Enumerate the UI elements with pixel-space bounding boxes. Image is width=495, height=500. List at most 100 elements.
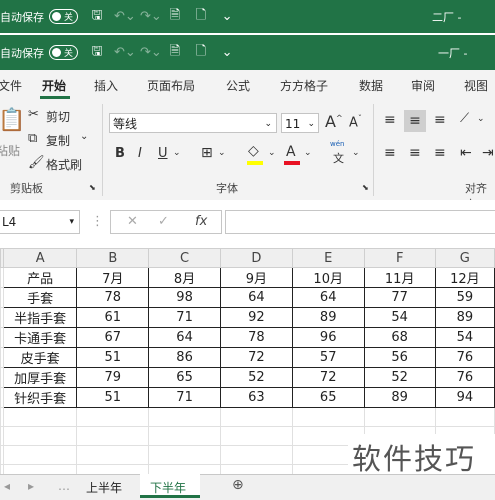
- column-header[interactable]: E: [291, 248, 365, 268]
- align-top-icon[interactable]: ≡: [384, 112, 396, 128]
- cell[interactable]: 98: [148, 287, 221, 308]
- formula-input[interactable]: [225, 210, 495, 234]
- orientation-icon[interactable]: ⟋: [460, 111, 469, 126]
- tab-ffcell[interactable]: 方方格子: [280, 77, 328, 94]
- tab-home[interactable]: 开始: [42, 77, 66, 94]
- cell[interactable]: 92: [219, 307, 293, 328]
- column-header[interactable]: C: [148, 248, 221, 268]
- cell[interactable]: 11月: [363, 267, 436, 288]
- cell[interactable]: [219, 426, 293, 446]
- tab-file[interactable]: 文件: [0, 77, 22, 94]
- cell[interactable]: 9月: [219, 267, 293, 288]
- scroll-right-icon[interactable]: ▸: [28, 479, 34, 493]
- grow-font-button[interactable]: A^: [325, 112, 343, 131]
- cell[interactable]: 56: [363, 347, 436, 368]
- cell[interactable]: [76, 445, 150, 465]
- cell[interactable]: 76: [434, 367, 495, 388]
- cell[interactable]: 加厚手套: [2, 367, 78, 388]
- cell[interactable]: 67: [76, 327, 150, 348]
- cut-button[interactable]: 剪切: [46, 108, 70, 125]
- fill-color-icon[interactable]: ◇: [248, 143, 259, 159]
- scroll-left-icon[interactable]: ◂: [4, 479, 10, 493]
- cell[interactable]: 59: [434, 287, 495, 308]
- align-right-icon[interactable]: ≡: [434, 145, 446, 161]
- cell[interactable]: [76, 407, 150, 427]
- column-header[interactable]: D: [219, 248, 293, 268]
- undo-icon[interactable]: ↶⌄: [114, 9, 136, 24]
- border-icon[interactable]: ⊞: [201, 145, 213, 161]
- align-left-icon[interactable]: ≡: [384, 145, 396, 161]
- cell[interactable]: 51: [76, 347, 150, 368]
- align-center-icon[interactable]: ≡: [409, 145, 421, 161]
- cell[interactable]: 57: [291, 347, 365, 368]
- indent-decrease-icon[interactable]: ⇤: [460, 145, 472, 161]
- cell[interactable]: 手套: [2, 287, 78, 308]
- tab-insert[interactable]: 插入: [94, 77, 118, 94]
- cell[interactable]: 半指手套: [2, 307, 78, 328]
- new-file-icon[interactable]: 🗋: [192, 42, 210, 64]
- cell[interactable]: 78: [76, 287, 150, 308]
- tab-review[interactable]: 审阅: [411, 77, 435, 94]
- cell[interactable]: 71: [148, 307, 221, 328]
- cell[interactable]: [148, 426, 221, 446]
- enter-icon[interactable]: ✓: [158, 214, 169, 229]
- cell[interactable]: [2, 445, 78, 465]
- cell[interactable]: 65: [148, 367, 221, 388]
- format-painter-button[interactable]: 格式刷: [46, 156, 82, 173]
- cell[interactable]: [434, 407, 495, 427]
- cell[interactable]: [148, 407, 221, 427]
- cell[interactable]: 针织手套: [2, 387, 78, 408]
- cell[interactable]: 78: [219, 327, 293, 348]
- indent-increase-icon[interactable]: ⇥: [482, 145, 494, 161]
- cell[interactable]: [291, 407, 365, 427]
- column-header[interactable]: G: [434, 248, 495, 268]
- cell[interactable]: 8月: [148, 267, 221, 288]
- copy-icon[interactable]: ⧉: [28, 131, 37, 146]
- file-lock-icon[interactable]: 🗎: [166, 42, 184, 64]
- cell[interactable]: 54: [434, 327, 495, 348]
- align-middle-icon[interactable]: ≡: [404, 110, 426, 132]
- cell[interactable]: 61: [76, 307, 150, 328]
- qat-more-icon[interactable]: ⌄: [218, 9, 236, 24]
- copy-dropdown-icon[interactable]: ⌄: [80, 131, 88, 142]
- cell[interactable]: 89: [363, 387, 436, 408]
- cell[interactable]: 68: [363, 327, 436, 348]
- cell[interactable]: 96: [291, 327, 365, 348]
- save-icon[interactable]: 🖫: [88, 6, 106, 28]
- italic-button[interactable]: I: [138, 146, 142, 161]
- cell[interactable]: [148, 445, 221, 465]
- cell[interactable]: [219, 407, 293, 427]
- tab-data[interactable]: 数据: [359, 77, 383, 94]
- cell[interactable]: 71: [148, 387, 221, 408]
- font-name-select[interactable]: 等线 ⌄: [109, 113, 277, 133]
- border-dropdown-icon[interactable]: ⌄: [218, 148, 226, 158]
- fill-dropdown-icon[interactable]: ⌄: [268, 148, 276, 158]
- cell[interactable]: 72: [219, 347, 293, 368]
- cell[interactable]: 10月: [291, 267, 365, 288]
- orientation-dropdown-icon[interactable]: ⌄: [477, 114, 485, 124]
- redo-icon[interactable]: ↷⌄: [140, 45, 162, 60]
- clipboard-launcher-icon[interactable]: ⬊: [89, 183, 96, 192]
- align-bottom-icon[interactable]: ≡: [434, 112, 446, 128]
- cell[interactable]: 76: [434, 347, 495, 368]
- cell[interactable]: 89: [434, 307, 495, 328]
- tab-view[interactable]: 视图: [464, 77, 488, 94]
- cancel-icon[interactable]: ✕: [127, 214, 138, 229]
- cell[interactable]: 89: [291, 307, 365, 328]
- bold-button[interactable]: B: [115, 146, 125, 161]
- paste-icon[interactable]: 📋: [0, 108, 25, 133]
- font-launcher-icon[interactable]: ⬊: [362, 183, 369, 192]
- cell[interactable]: 7月: [76, 267, 150, 288]
- cell[interactable]: 72: [291, 367, 365, 388]
- shrink-font-button[interactable]: Aˇ: [349, 114, 362, 130]
- cell[interactable]: 产品: [2, 267, 78, 288]
- insert-function-icon[interactable]: fx: [195, 214, 207, 229]
- cell[interactable]: 86: [148, 347, 221, 368]
- cell[interactable]: 94: [434, 387, 495, 408]
- save-icon[interactable]: 🖫: [88, 42, 106, 64]
- underline-dropdown-icon[interactable]: ⌄: [173, 148, 181, 158]
- cell[interactable]: 79: [76, 367, 150, 388]
- font-color-dropdown-icon[interactable]: ⌄: [304, 148, 312, 158]
- file-lock-icon[interactable]: 🗎: [166, 6, 184, 28]
- qat-more-icon[interactable]: ⌄: [218, 45, 236, 60]
